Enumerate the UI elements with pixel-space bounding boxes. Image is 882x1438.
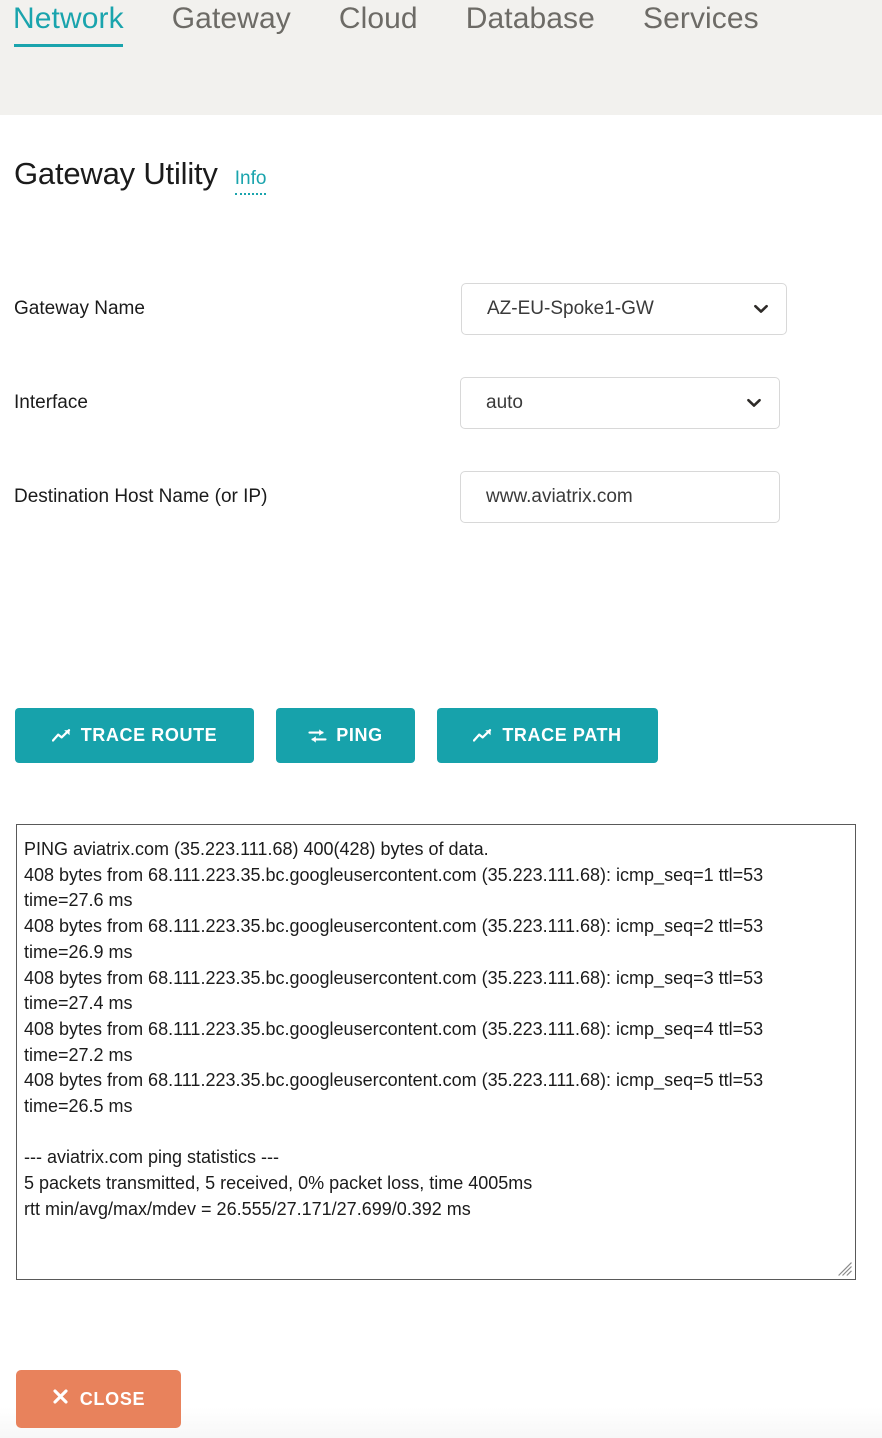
tab-cloud[interactable]: Cloud (339, 0, 418, 47)
tab-gateway[interactable]: Gateway (172, 0, 291, 47)
trace-path-button[interactable]: TRACE PATH (437, 708, 658, 763)
command-output-container: PING aviatrix.com (35.223.111.68) 400(42… (16, 824, 856, 1280)
page-header: Gateway Utility Info (14, 155, 267, 195)
exchange-arrows-icon (308, 728, 327, 744)
command-output-textarea[interactable]: PING aviatrix.com (35.223.111.68) 400(42… (17, 825, 855, 1279)
tab-gateway-label: Gateway (171, 2, 291, 35)
ping-label: PING (336, 725, 383, 745)
interface-value: auto (486, 392, 523, 413)
close-button[interactable]: CLOSE (16, 1370, 181, 1428)
trace-path-label: TRACE PATH (502, 725, 622, 745)
tab-list: Network Gateway Cloud Database Services (0, 0, 882, 47)
gateway-utility-form: Gateway Name AZ-EU-Spoke1-GW Interface a… (0, 283, 882, 565)
form-row-gateway-name: Gateway Name AZ-EU-Spoke1-GW (0, 283, 882, 377)
close-x-icon (52, 1388, 69, 1410)
form-row-interface: Interface auto (0, 377, 882, 471)
destination-label: Destination Host Name (or IP) (14, 486, 268, 507)
destination-host-input[interactable]: www.aviatrix.com (460, 471, 780, 523)
tab-network[interactable]: Network (13, 0, 124, 47)
tab-services-label: Services (642, 2, 759, 35)
gateway-name-value: AZ-EU-Spoke1-GW (487, 298, 654, 319)
form-row-destination: Destination Host Name (or IP) www.aviatr… (0, 471, 882, 565)
top-tab-bar: Network Gateway Cloud Database Services (0, 0, 882, 115)
action-button-group: TRACE ROUTE PING TRACE PATH (15, 708, 658, 763)
trace-route-button[interactable]: TRACE ROUTE (15, 708, 254, 763)
page-title: Gateway Utility (14, 156, 218, 191)
info-link[interactable]: Info (234, 167, 267, 195)
destination-host-value: www.aviatrix.com (486, 486, 633, 507)
chart-line-icon (473, 728, 493, 743)
trace-route-label: TRACE ROUTE (80, 725, 218, 745)
tab-cloud-label: Cloud (338, 2, 418, 35)
tab-services[interactable]: Services (643, 0, 759, 47)
tab-database[interactable]: Database (466, 0, 595, 47)
ping-button[interactable]: PING (276, 708, 415, 763)
close-label: CLOSE (79, 1388, 146, 1409)
chevron-down-icon (745, 394, 763, 412)
chart-line-icon (51, 728, 72, 743)
interface-select[interactable]: auto (460, 377, 780, 429)
chevron-down-icon (752, 300, 770, 318)
interface-label: Interface (14, 392, 88, 413)
gateway-name-label: Gateway Name (14, 298, 145, 319)
gateway-utility-page: Network Gateway Cloud Database Services … (0, 0, 882, 1438)
gateway-name-select[interactable]: AZ-EU-Spoke1-GW (461, 283, 787, 335)
tab-database-label: Database (465, 2, 595, 35)
tab-network-label: Network (13, 2, 124, 35)
